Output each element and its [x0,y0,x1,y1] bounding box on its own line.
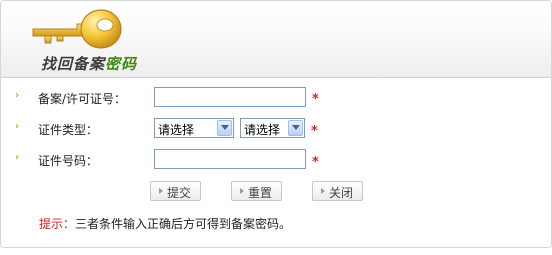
hint-text: 提示：三者条件输入正确后方可得到备案密码。 [39,215,291,232]
bullet-arrow-icon: › [15,90,20,101]
form-row-license-number: › 备案/许可证号： * [1,87,551,109]
chevron-down-icon[interactable] [288,120,303,136]
reset-button[interactable]: 重置 [231,181,282,201]
required-mark: * [312,155,319,170]
certificate-number-label: 证件号码： [38,154,99,168]
certificate-type-label: 证件类型： [38,123,99,137]
license-number-label: 备案/许可证号： [38,92,127,106]
license-number-input[interactable] [154,87,306,107]
hint-message: 三者条件输入正确后方可得到备案密码。 [75,217,292,231]
select-2-value: 请选择 [244,123,281,137]
close-button[interactable]: 关闭 [312,181,363,201]
required-mark: * [312,92,319,107]
play-arrow-icon [159,188,163,194]
required-mark: * [311,124,318,139]
form-row-certificate-type: › 证件类型： 请选择 请选择 * [1,118,551,140]
play-arrow-icon [240,188,244,194]
panel-header: 找回备案密码 [1,1,551,78]
retrieve-password-panel: 找回备案密码 › 备案/许可证号： * › 证件类型： 请选择 请选择 * › … [0,0,552,248]
key-icon [32,9,122,49]
submit-button-label: 提交 [167,186,192,200]
submit-button[interactable]: 提交 [150,181,201,201]
select-1-value: 请选择 [158,123,195,137]
certificate-type-select-2[interactable]: 请选择 [240,118,305,138]
page-title: 找回备案密码 [41,53,137,74]
certificate-number-input[interactable] [154,149,306,169]
reset-button-label: 重置 [248,186,273,200]
title-accent: 密码 [105,55,138,73]
play-arrow-icon [321,188,325,194]
chevron-down-icon[interactable] [217,120,232,136]
bullet-arrow-icon: › [15,152,20,163]
close-button-label: 关闭 [329,186,354,200]
hint-label: 提示： [39,217,76,231]
form-row-certificate-number: › 证件号码： * [1,149,551,171]
certificate-type-select-1[interactable]: 请选择 [154,118,234,138]
bullet-arrow-icon: › [15,121,20,132]
title-main: 找回备案 [41,55,106,73]
